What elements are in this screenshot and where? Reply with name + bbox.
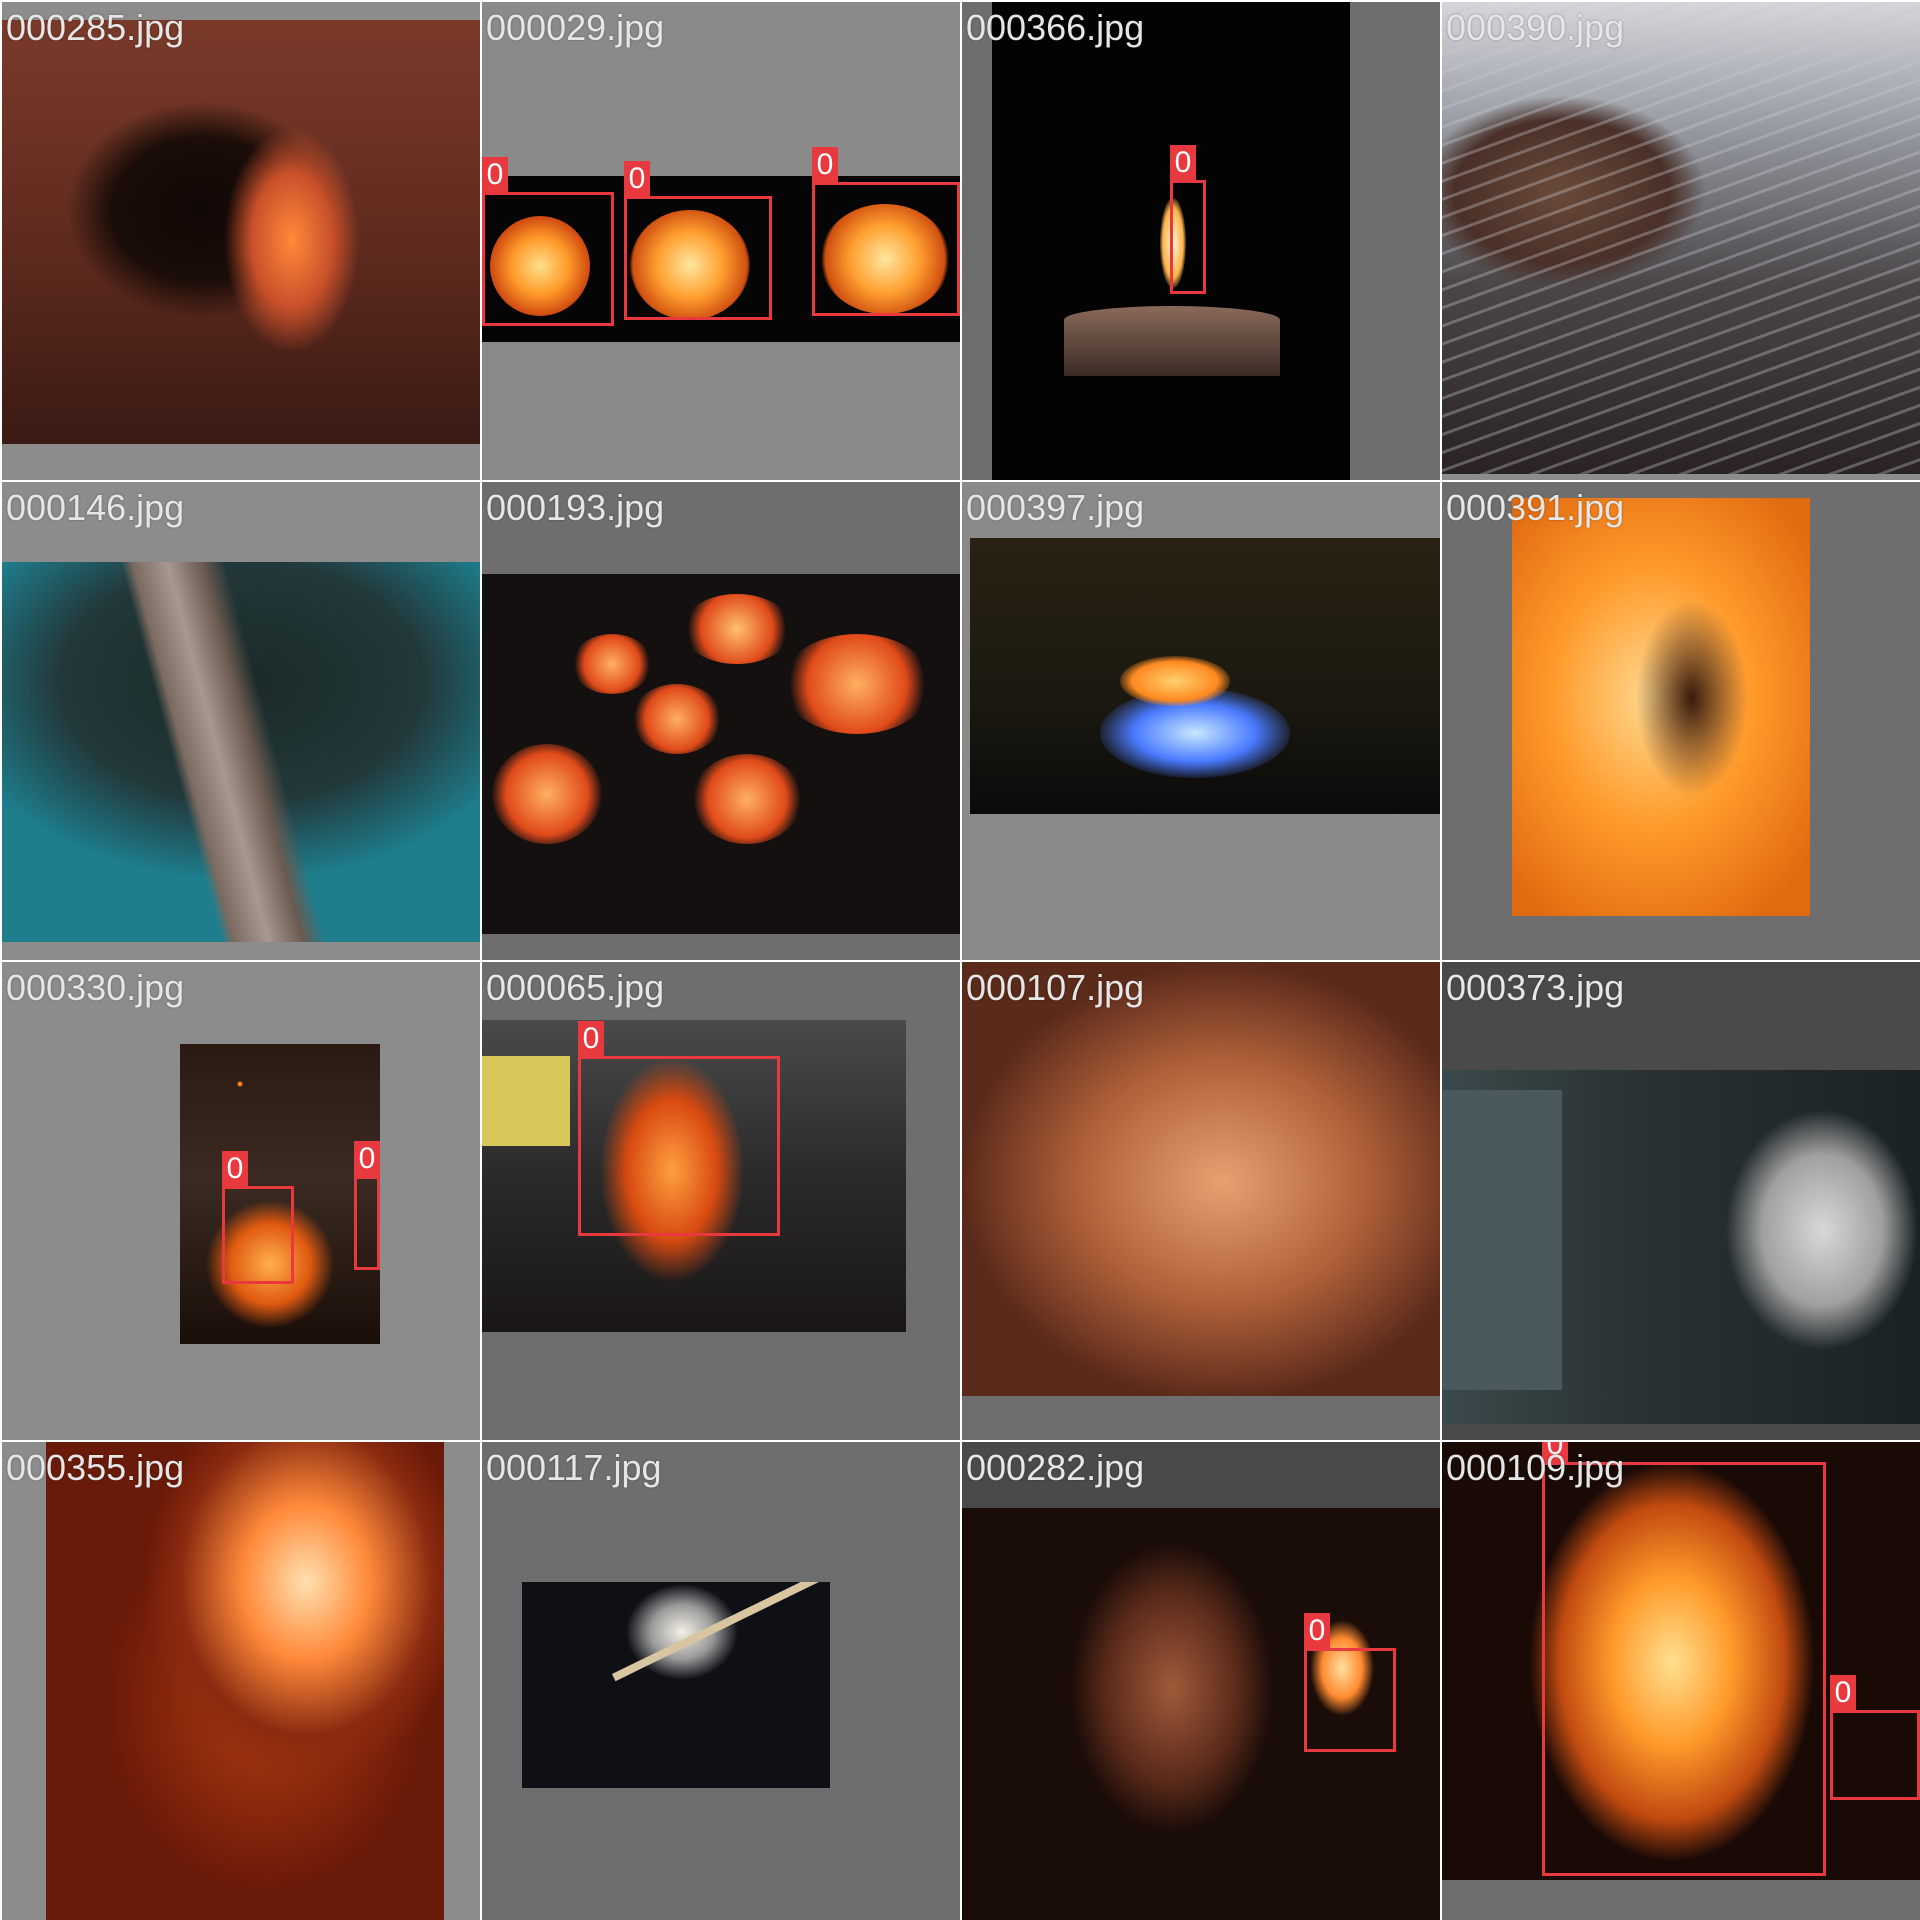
fire-closeup-photo <box>1512 498 1810 916</box>
detection-label: 0 <box>812 147 838 183</box>
detection-label: 0 <box>578 1021 604 1057</box>
filename-label: 000117.jpg <box>486 1447 662 1488</box>
detection-label: 0 <box>482 157 508 193</box>
tile-000285: 000285.jpg <box>2 2 480 480</box>
filename-label: 000107.jpg <box>966 967 1145 1008</box>
detection-label: 0 <box>1830 1675 1856 1711</box>
detection-label: 0 <box>222 1151 248 1187</box>
filename-label: 000390.jpg <box>1446 7 1625 48</box>
detection-label: 0 <box>1304 1613 1330 1649</box>
filename-label: 000330.jpg <box>6 967 185 1008</box>
tile-000355: 000355.jpg <box>2 1442 480 1920</box>
filename-label: 000373.jpg <box>1446 967 1625 1008</box>
filename-label: 000193.jpg <box>486 487 665 528</box>
candles-photo <box>482 574 960 934</box>
filename-label: 000029.jpg <box>486 7 665 48</box>
grill-photo <box>1442 2 1920 474</box>
tile-000390: 000390.jpg <box>1442 2 1920 480</box>
detection-box: 0 <box>222 1151 294 1284</box>
detection-box: 0 <box>354 1141 380 1270</box>
filename-label: 000065.jpg <box>486 967 665 1008</box>
filename-label: 000285.jpg <box>6 7 185 48</box>
tile-000117: 000117.jpg <box>482 1442 960 1920</box>
filename-label: 000391.jpg <box>1446 487 1625 528</box>
filename-label: 000397.jpg <box>966 487 1145 528</box>
filename-label: 000366.jpg <box>966 7 1145 48</box>
detection-label: 0 <box>1170 145 1196 181</box>
detection-box: 0 <box>482 157 614 326</box>
tile-000109: 0 0 000109.jpg <box>1442 1442 1920 1920</box>
tile-000330: 0 0 000330.jpg <box>2 962 480 1440</box>
detection-label: 0 <box>624 161 650 197</box>
filename-label: 000282.jpg <box>966 1447 1145 1488</box>
tile-000107: 000107.jpg <box>962 962 1440 1440</box>
pizza-oven-photo <box>46 1442 444 1920</box>
tile-000397: 000397.jpg <box>962 482 1440 960</box>
cave-photo <box>2 20 480 444</box>
tile-000029: 0 0 0 000029.jpg <box>482 2 960 480</box>
filename-label: 000355.jpg <box>6 1447 185 1488</box>
tile-000065: 0 000065.jpg <box>482 962 960 1440</box>
flames-background-photo <box>962 962 1440 1396</box>
tile-000193: 000193.jpg <box>482 482 960 960</box>
tree-photo <box>2 562 480 942</box>
detection-box: 0 <box>1304 1613 1396 1752</box>
detection-box: 0 <box>1170 145 1206 294</box>
match-photo <box>522 1582 830 1788</box>
tile-000366: 0 000366.jpg <box>962 2 1440 480</box>
aerial-city-photo <box>1442 1070 1920 1424</box>
tile-000391: 000391.jpg <box>1442 482 1920 960</box>
detection-box: 0 <box>624 161 772 320</box>
detection-box: 0 <box>1830 1675 1920 1800</box>
tile-000146: 000146.jpg <box>2 482 480 960</box>
filename-label: 000109.jpg <box>1446 1447 1625 1488</box>
detection-box: 0 <box>812 147 960 316</box>
gas-burner-photo <box>970 538 1440 814</box>
tile-000282: 0 000282.jpg <box>962 1442 1440 1920</box>
detection-box: 0 <box>1542 1442 1826 1876</box>
tile-000373: 000373.jpg <box>1442 962 1920 1440</box>
detection-box: 0 <box>578 1021 780 1236</box>
detection-label: 0 <box>354 1141 380 1177</box>
image-mosaic: 000285.jpg 0 0 0 000029.jpg 0 000366.jpg <box>0 0 1920 1920</box>
filename-label: 000146.jpg <box>6 487 185 528</box>
